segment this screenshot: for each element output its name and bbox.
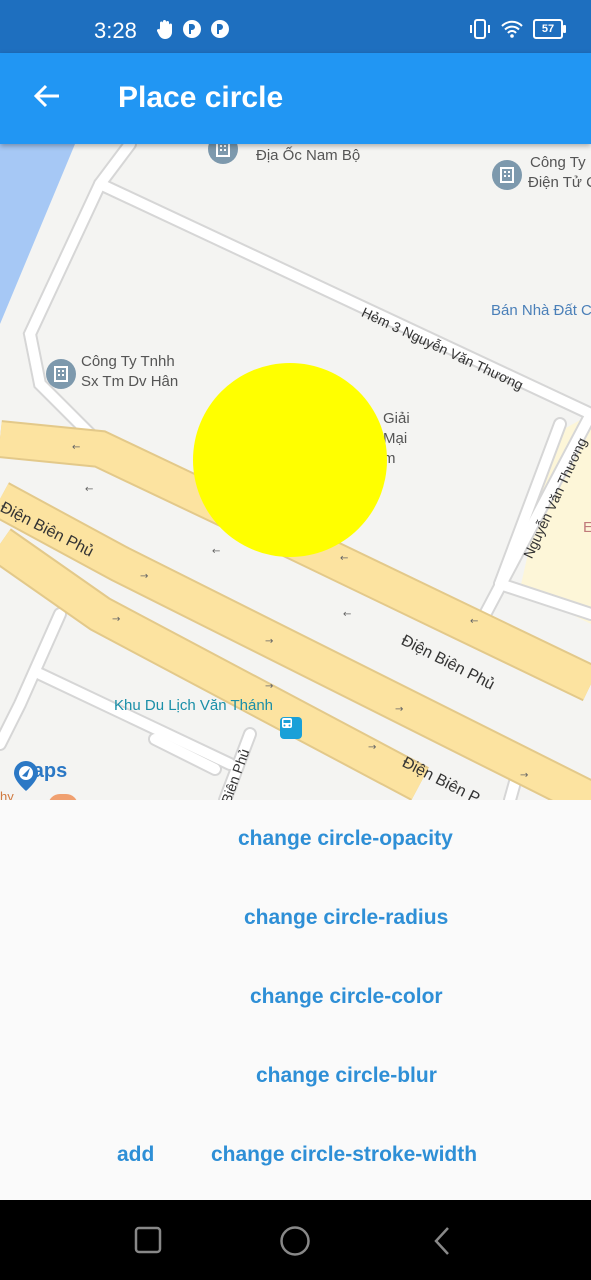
map-label: Bán Nhà Đất C [491,302,591,319]
change-circle-color-button[interactable]: change circle-color [250,985,443,1009]
status-time: 3:28 [94,18,137,43]
map-label: Giải [383,410,410,427]
page-title: Place circle [118,81,284,114]
svg-text:←: ← [85,484,93,495]
controls-panel: change circle-opacity change circle-radi… [0,800,591,1200]
back-button[interactable] [22,71,72,121]
change-circle-opacity-button[interactable]: change circle-opacity [238,827,453,851]
svg-text:→: → [395,704,403,715]
map-label: Địa Ốc Nam Bộ [256,147,361,164]
status-bar: 3:28 57 [0,0,591,53]
svg-text:←: ← [340,553,348,564]
back-nav-icon[interactable] [430,1226,454,1256]
map-pin-icon [14,761,38,791]
svg-text:→: → [520,770,528,781]
svg-text:→: → [265,636,273,647]
map-view[interactable]: ← ← ← ← ← ← → → → → → → → Địa Ốc Nam Bộ … [0,144,591,800]
svg-text:←: ← [343,609,351,620]
wifi-icon [501,20,523,38]
app-bar: Place circle [0,53,591,144]
svg-text:→: → [368,742,376,753]
svg-text:←: ← [212,546,220,557]
map-label: E [583,519,591,536]
add-button[interactable]: add [117,1143,154,1167]
map-label: Mại [383,430,408,447]
placed-circle[interactable] [193,363,387,557]
map-label: Công Ty Tnhh [81,353,175,370]
hand-icon [156,20,172,39]
arrow-left-icon [33,84,59,108]
map-label: Điện Tử C [528,174,591,191]
building-poi-icon[interactable] [46,359,76,389]
maps-logo: maps [12,760,67,791]
status-notification-icons [156,19,230,39]
home-icon[interactable] [279,1225,311,1257]
building-poi-icon[interactable] [492,160,522,190]
app-notification-icon [211,20,229,38]
app-notification-icon [183,20,201,38]
bus-stop-icon[interactable] [280,717,302,739]
battery-icon: 57 [533,19,566,39]
map-label: Công Ty [530,154,586,171]
svg-text:→: → [265,681,273,692]
svg-text:→: → [140,571,148,582]
change-circle-blur-button[interactable]: change circle-blur [256,1064,437,1088]
change-circle-radius-button[interactable]: change circle-radius [244,906,448,930]
vibrate-icon [470,19,490,39]
recent-apps-icon[interactable] [134,1226,162,1254]
system-nav-bar [0,1200,591,1280]
change-circle-stroke-width-button[interactable]: change circle-stroke-width [211,1143,477,1167]
svg-text:←: ← [470,616,478,627]
svg-text:→: → [112,614,120,625]
status-system-icons: 57 [469,18,566,40]
svg-text:←: ← [72,442,80,453]
map-label: Khu Du Lịch Văn Thánh [114,697,274,714]
map-label: Sx Tm Dv Hân [81,373,179,390]
